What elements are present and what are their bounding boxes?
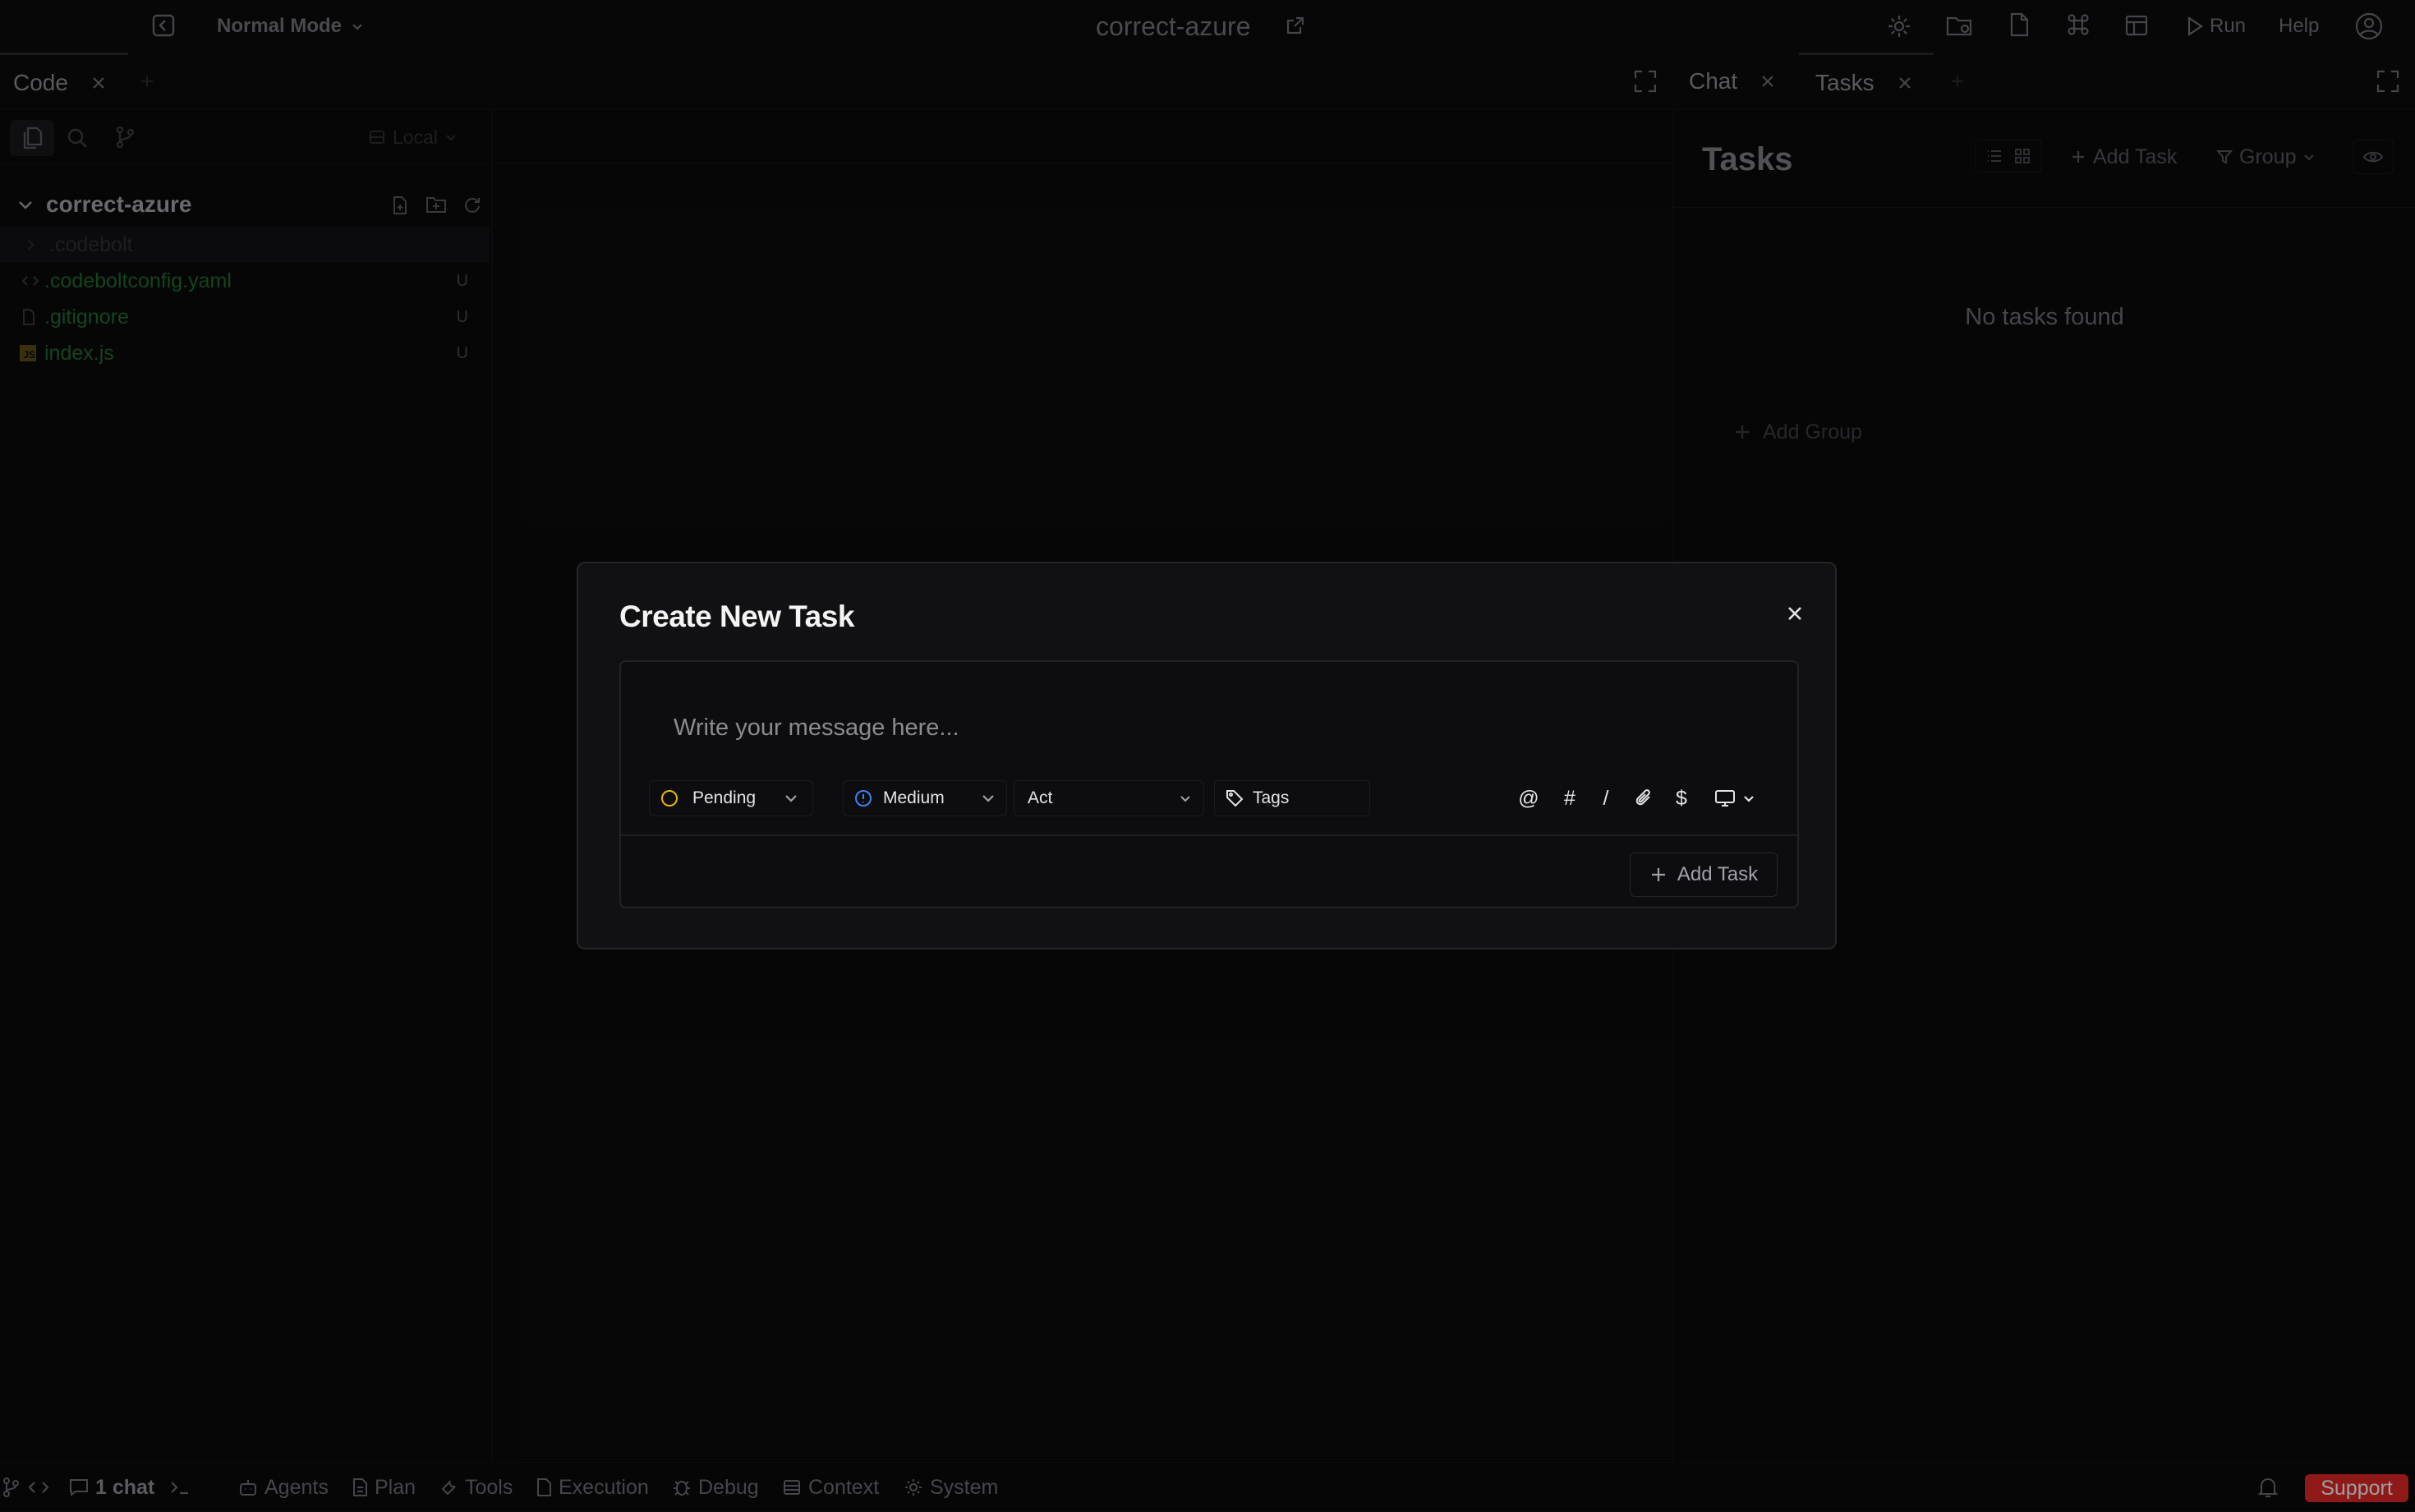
status-dropdown[interactable]: Pending bbox=[649, 780, 813, 816]
chevron-down-icon bbox=[785, 795, 797, 802]
create-task-dialog: Create New Task Pending Medium Act Tags bbox=[577, 562, 1837, 949]
chevron-down-icon bbox=[982, 795, 994, 802]
monitor-icon bbox=[1715, 790, 1735, 807]
tags-button[interactable]: Tags bbox=[1214, 780, 1370, 816]
message-input[interactable] bbox=[674, 708, 1741, 747]
chevron-down-icon bbox=[1744, 796, 1754, 802]
monitor-dropdown[interactable] bbox=[1710, 785, 1760, 811]
status-value: Pending bbox=[692, 788, 757, 807]
info-icon bbox=[855, 790, 872, 807]
dialog-title: Create New Task bbox=[619, 600, 854, 633]
plus-icon bbox=[1651, 868, 1665, 881]
mode-value: Act bbox=[1028, 788, 1053, 807]
slash-command-button[interactable]: / bbox=[1594, 785, 1618, 811]
add-task-label: Add Task bbox=[1677, 863, 1759, 885]
add-task-button[interactable]: Add Task bbox=[1630, 853, 1778, 897]
mode-dropdown[interactable]: Act bbox=[1014, 780, 1204, 816]
priority-dropdown[interactable]: Medium bbox=[843, 780, 1007, 816]
close-icon[interactable] bbox=[1782, 601, 1807, 626]
variable-button[interactable]: $ bbox=[1669, 785, 1694, 811]
priority-value: Medium bbox=[883, 788, 945, 807]
attachment-icon[interactable] bbox=[1630, 785, 1658, 811]
tags-label: Tags bbox=[1253, 788, 1290, 807]
tag-icon bbox=[1226, 790, 1244, 807]
hashtag-button[interactable]: # bbox=[1557, 785, 1582, 811]
chevron-down-icon bbox=[1180, 796, 1190, 802]
pending-status-icon bbox=[661, 790, 678, 807]
task-composer: Pending Medium Act Tags @ # / $ bbox=[619, 660, 1799, 908]
mention-button[interactable]: @ bbox=[1516, 785, 1541, 811]
composer-divider bbox=[621, 834, 1797, 836]
